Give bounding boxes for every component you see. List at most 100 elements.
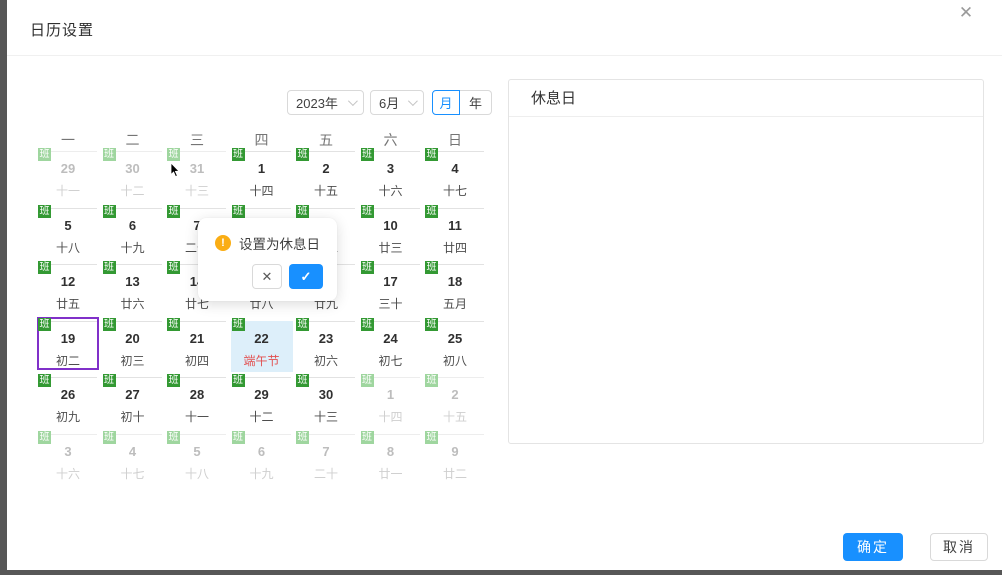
rest-days-panel: 休息日: [508, 79, 984, 444]
day-number: 29: [39, 162, 97, 176]
day-number: 6: [233, 445, 291, 459]
calendar-day-cell[interactable]: 班22端午节: [233, 321, 291, 378]
workday-badge: 班: [361, 431, 374, 444]
popconfirm-cancel-button[interactable]: ✕: [252, 264, 282, 289]
day-number: 5: [168, 445, 226, 459]
calendar-day-cell[interactable]: 班9廿二: [426, 434, 484, 491]
workday-badge: 班: [296, 318, 309, 331]
popconfirm-message: 设置为休息日: [239, 233, 320, 253]
day-lunar-label: 初十: [104, 410, 162, 424]
workday-badge: 班: [296, 431, 309, 444]
day-lunar-label: 十六: [39, 467, 97, 481]
year-select-value: 2023年: [296, 93, 338, 112]
calendar-day-cell[interactable]: 班2十五: [426, 377, 484, 434]
day-lunar-label: 十四: [233, 184, 291, 198]
day-number: 18: [426, 275, 484, 289]
day-lunar-label: 十二: [233, 410, 291, 424]
day-number: 24: [362, 332, 420, 346]
calendar-day-cell[interactable]: 班4十七: [426, 151, 484, 208]
day-lunar-label: 十八: [168, 467, 226, 481]
day-number: 19: [39, 332, 97, 346]
day-lunar-label: 五月: [426, 297, 484, 311]
day-number: 28: [168, 388, 226, 402]
calendar-day-cell[interactable]: 班1十四: [233, 151, 291, 208]
confirm-button[interactable]: 确定: [843, 533, 903, 561]
day-lunar-label: 十七: [104, 467, 162, 481]
day-lunar-label: 廿三: [362, 241, 420, 255]
calendar-day-cell[interactable]: 班5十八: [39, 208, 97, 265]
workday-badge: 班: [167, 431, 180, 444]
calendar-day-cell[interactable]: 班6十九: [233, 434, 291, 491]
day-lunar-label: 十八: [39, 241, 97, 255]
calendar-day-cell[interactable]: 班31十三: [168, 151, 226, 208]
workday-badge: 班: [296, 374, 309, 387]
day-lunar-label: 初六: [297, 354, 355, 368]
calendar-day-cell[interactable]: 班17三十: [362, 264, 420, 321]
calendar-day-cell[interactable]: 班19初二: [39, 321, 97, 378]
day-lunar-label: 初二: [39, 354, 97, 368]
day-lunar-label: 二十: [297, 467, 355, 481]
workday-badge: 班: [296, 205, 309, 218]
calendar-day-cell[interactable]: 班26初九: [39, 377, 97, 434]
calendar-day-cell[interactable]: 班5 十八: [168, 434, 226, 491]
calendar-day-cell[interactable]: 班10廿三: [362, 208, 420, 265]
calendar-day-cell[interactable]: 班28十一: [168, 377, 226, 434]
close-icon[interactable]: ✕: [953, 0, 979, 26]
calendar-day-cell[interactable]: 班25初八: [426, 321, 484, 378]
workday-badge: 班: [361, 261, 374, 274]
day-number: 17: [362, 275, 420, 289]
calendar-day-cell[interactable]: 班12廿五: [39, 264, 97, 321]
segment-month-button[interactable]: 月: [432, 90, 460, 115]
calendar-day-cell[interactable]: 班20初三: [104, 321, 162, 378]
calendar-day-cell[interactable]: 班13廿六: [104, 264, 162, 321]
workday-badge: 班: [167, 205, 180, 218]
workday-badge: 班: [103, 148, 116, 161]
workday-badge: 班: [425, 205, 438, 218]
calendar-day-cell[interactable]: 班30十二: [104, 151, 162, 208]
day-lunar-label: 十三: [297, 410, 355, 424]
day-lunar-label: 十五: [297, 184, 355, 198]
day-number: 20: [104, 332, 162, 346]
calendar-day-cell[interactable]: 班27初十: [104, 377, 162, 434]
calendar-day-cell[interactable]: 班29十一: [39, 151, 97, 208]
calendar-day-cell[interactable]: 班29十二: [233, 377, 291, 434]
day-number: 3: [39, 445, 97, 459]
calendar-day-cell[interactable]: 班24初七: [362, 321, 420, 378]
calendar-day-cell[interactable]: 班4十七: [104, 434, 162, 491]
cancel-button[interactable]: 取消: [930, 533, 988, 561]
calendar-day-cell[interactable]: 班30十三: [297, 377, 355, 434]
workday-badge: 班: [425, 431, 438, 444]
workday-badge: 班: [361, 374, 374, 387]
day-lunar-label: 初八: [426, 354, 484, 368]
calendar-day-cell[interactable]: 班3十六: [39, 434, 97, 491]
calendar-day-cell[interactable]: 班6十九: [104, 208, 162, 265]
calendar-day-cell[interactable]: 班2十五: [297, 151, 355, 208]
calendar-day-cell[interactable]: 班8廿一: [362, 434, 420, 491]
month-select[interactable]: 6月: [370, 90, 424, 115]
warning-icon: !: [215, 235, 231, 251]
day-number: 8: [362, 445, 420, 459]
calendar-settings-dialog: 日历设置 ✕ 2023年 6月 月 年 一二三四五六日 班29十一班30十二班3…: [7, 0, 1002, 570]
calendar-day-cell[interactable]: 班7二十: [297, 434, 355, 491]
calendar-day-cell[interactable]: 班21初四: [168, 321, 226, 378]
workday-badge: 班: [103, 374, 116, 387]
day-lunar-label: 初四: [168, 354, 226, 368]
day-number: 12: [39, 275, 97, 289]
workday-badge: 班: [425, 261, 438, 274]
popconfirm-confirm-button[interactable]: ✓: [289, 264, 323, 289]
workday-badge: 班: [103, 205, 116, 218]
day-number: 30: [104, 162, 162, 176]
day-lunar-label: 十九: [233, 467, 291, 481]
calendar-day-cell[interactable]: 班18 五月: [426, 264, 484, 321]
calendar-day-cell[interactable]: 班1十四: [362, 377, 420, 434]
calendar-day-cell[interactable]: 班3十六: [362, 151, 420, 208]
day-number: 26: [39, 388, 97, 402]
year-select[interactable]: 2023年: [287, 90, 364, 115]
workday-badge: 班: [103, 261, 116, 274]
day-number: 21: [168, 332, 226, 346]
calendar-day-cell[interactable]: 班11廿四: [426, 208, 484, 265]
day-lunar-label: 十五: [426, 410, 484, 424]
calendar-day-cell[interactable]: 班23初六: [297, 321, 355, 378]
chevron-down-icon: [348, 96, 358, 106]
segment-year-button[interactable]: 年: [460, 90, 492, 115]
